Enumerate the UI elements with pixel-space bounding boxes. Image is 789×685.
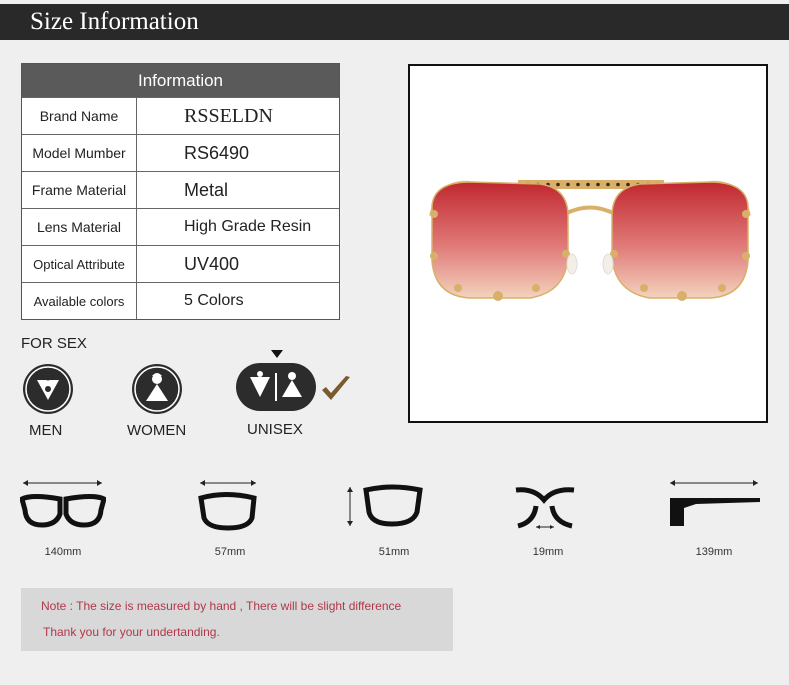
- men-icon: [23, 364, 73, 414]
- measure-bridge-width: 19mm: [532, 546, 564, 558]
- info-row-frame: Frame Material Metal: [22, 171, 339, 208]
- info-label: Lens Material: [22, 209, 137, 245]
- measure-lens-width: 57mm: [214, 546, 246, 558]
- info-label: Frame Material: [22, 172, 137, 208]
- info-row-lens: Lens Material High Grade Resin: [22, 208, 339, 245]
- measure-temple-length: 139mm: [695, 546, 733, 558]
- measure-total-width: 140mm: [44, 546, 82, 558]
- page-header: Size Information: [0, 4, 789, 40]
- checkmark-icon: [322, 376, 350, 400]
- note-line-2: Thank you for your undertanding.: [43, 625, 220, 639]
- info-value: 5 Colors: [184, 292, 244, 309]
- temple-length-diagram-icon: [670, 480, 760, 526]
- info-row-brand: Brand Name RSSELDN: [22, 97, 339, 134]
- lens-height-diagram-icon: [347, 484, 423, 527]
- info-value: High Grade Resin: [184, 218, 312, 235]
- selected-arrow-icon: [271, 350, 283, 358]
- info-table-title: Information: [22, 64, 339, 97]
- info-label: Model Mumber: [22, 135, 137, 171]
- note-box: Note : The size is measured by hand , Th…: [21, 588, 453, 651]
- info-value: UV400: [184, 253, 240, 274]
- page-title: Size Information: [30, 8, 199, 35]
- info-table: Information Brand Name RSSELDN Model Mum…: [21, 63, 340, 320]
- info-value: RS6490: [184, 142, 250, 163]
- measure-lens-height: 51mm: [378, 546, 410, 558]
- info-row-model: Model Mumber RS6490: [22, 134, 339, 171]
- bridge-width-diagram-icon: [515, 487, 575, 529]
- info-label: Brand Name: [22, 98, 137, 134]
- info-value: RSSELDN: [184, 104, 273, 127]
- info-label: Available colors: [22, 283, 137, 319]
- unisex-label: UNISEX: [247, 421, 303, 438]
- unisex-icon: [236, 363, 316, 411]
- info-row-optical: Optical Attribute UV400: [22, 245, 339, 282]
- sunglasses-image: [429, 180, 751, 301]
- info-row-colors: Available colors 5 Colors: [22, 282, 339, 319]
- lens-width-diagram-icon: [198, 480, 257, 531]
- info-label: Optical Attribute: [22, 246, 137, 282]
- product-photo: [408, 64, 768, 423]
- men-label: MEN: [29, 422, 63, 439]
- women-label: WOMEN: [127, 422, 187, 439]
- note-line-1: Note : The size is measured by hand , Th…: [41, 599, 402, 613]
- info-value: Metal: [184, 179, 229, 200]
- for-sex-heading: FOR SEX: [21, 335, 87, 352]
- women-icon: [132, 364, 182, 414]
- total-width-diagram-icon: [20, 480, 106, 528]
